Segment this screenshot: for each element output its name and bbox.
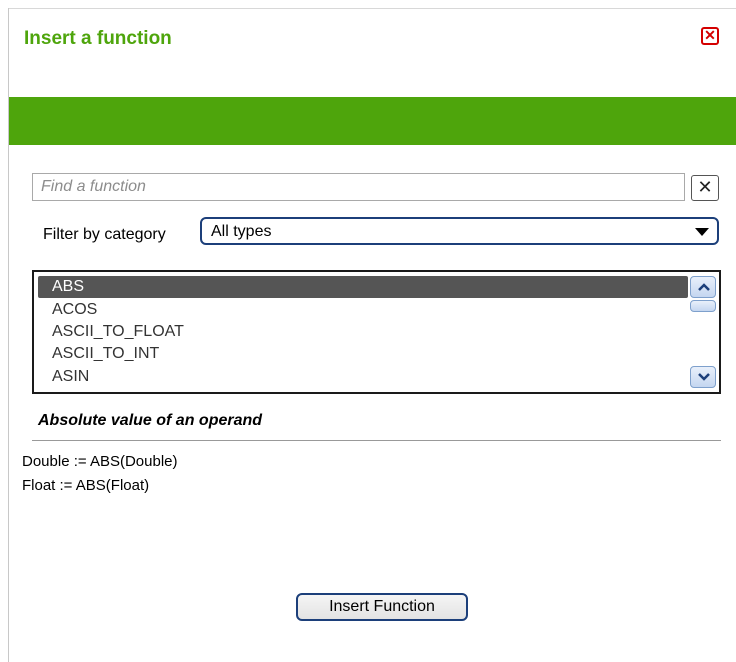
syntax-line: Float := ABS(Float) bbox=[22, 477, 150, 494]
search-input[interactable] bbox=[32, 173, 685, 201]
function-list[interactable]: ABS ACOS ASCII_TO_FLOAT ASCII_TO_INT ASI… bbox=[32, 270, 721, 394]
syntax-line: Double := ABS(Double) bbox=[22, 453, 178, 470]
list-item[interactable]: ACOS bbox=[38, 299, 688, 321]
chevron-down-icon bbox=[695, 228, 709, 236]
category-select-value: All types bbox=[211, 223, 272, 240]
list-item[interactable]: ASIN bbox=[38, 366, 688, 388]
insert-function-dialog: Insert a function ✕ ✕ Filter by category… bbox=[0, 0, 736, 662]
filter-by-category-label: Filter by category bbox=[43, 226, 166, 243]
category-select[interactable]: All types bbox=[200, 217, 719, 245]
scroll-thumb[interactable] bbox=[690, 300, 716, 312]
insert-function-button[interactable]: Insert Function bbox=[296, 593, 468, 621]
dialog-title: Insert a function bbox=[24, 28, 172, 49]
clear-search-button[interactable]: ✕ bbox=[691, 175, 719, 201]
list-item[interactable]: ASCII_TO_FLOAT bbox=[38, 321, 688, 343]
scroll-down-button[interactable] bbox=[690, 366, 716, 388]
scroll-up-button[interactable] bbox=[690, 276, 716, 298]
chevron-down-icon bbox=[698, 373, 710, 381]
list-item[interactable]: ASCII_TO_INT bbox=[38, 343, 688, 365]
function-description: Absolute value of an operand bbox=[38, 412, 263, 429]
divider bbox=[32, 440, 721, 441]
header-banner bbox=[9, 97, 736, 145]
close-icon[interactable]: ✕ bbox=[701, 27, 719, 45]
list-item[interactable]: ABS bbox=[38, 276, 688, 298]
list-scrollbar[interactable] bbox=[688, 274, 718, 390]
dialog-border-top bbox=[8, 8, 736, 9]
chevron-up-icon bbox=[698, 283, 710, 291]
